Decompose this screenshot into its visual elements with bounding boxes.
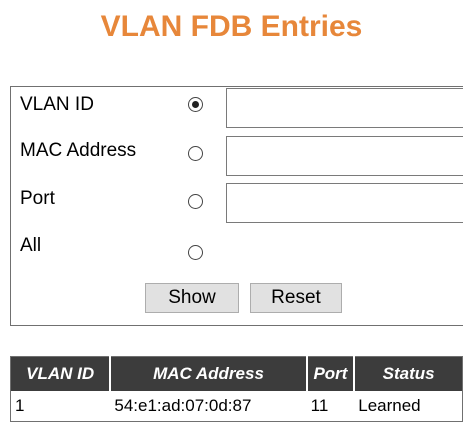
- cell-status: Learned: [358, 396, 421, 415]
- vlan-id-radio[interactable]: [188, 97, 203, 112]
- mac-address-label: MAC Address: [20, 140, 137, 161]
- table-header-row: VLAN ID MAC Address Port Status: [10, 356, 463, 391]
- all-row: All: [11, 228, 463, 274]
- mac-address-row: MAC Address: [11, 134, 463, 180]
- page-title: VLAN FDB Entries: [100, 10, 363, 43]
- table-row: 1 54:e1:ad:07:0d:87 11 Learned: [11, 391, 463, 422]
- fdb-table: VLAN ID MAC Address Port Status 1 54:e1:…: [10, 356, 463, 422]
- mac-address-radio[interactable]: [188, 146, 203, 161]
- cell-vlan-id: 1: [15, 396, 25, 415]
- search-form: VLAN ID MAC Address Port All Show Reset: [10, 86, 463, 326]
- vlan-id-label: VLAN ID: [20, 94, 94, 115]
- header-mac-address: MAC Address: [110, 356, 308, 391]
- show-button[interactable]: Show: [145, 283, 239, 313]
- mac-address-input[interactable]: [226, 136, 463, 176]
- port-row: Port: [11, 181, 463, 227]
- vlan-id-row: VLAN ID: [11, 87, 463, 133]
- header-vlan-id: VLAN ID: [10, 356, 112, 391]
- port-label: Port: [20, 188, 55, 209]
- cell-port: 11: [310, 396, 329, 415]
- reset-button[interactable]: Reset: [250, 283, 342, 313]
- port-radio[interactable]: [188, 194, 203, 209]
- cell-mac-address: 54:e1:ad:07:0d:87: [114, 396, 252, 415]
- port-input[interactable]: [226, 183, 463, 223]
- vlan-id-input[interactable]: [226, 88, 463, 128]
- header-status: Status: [354, 356, 463, 391]
- all-radio[interactable]: [188, 245, 203, 260]
- header-port: Port: [306, 356, 356, 391]
- all-label: All: [20, 235, 42, 256]
